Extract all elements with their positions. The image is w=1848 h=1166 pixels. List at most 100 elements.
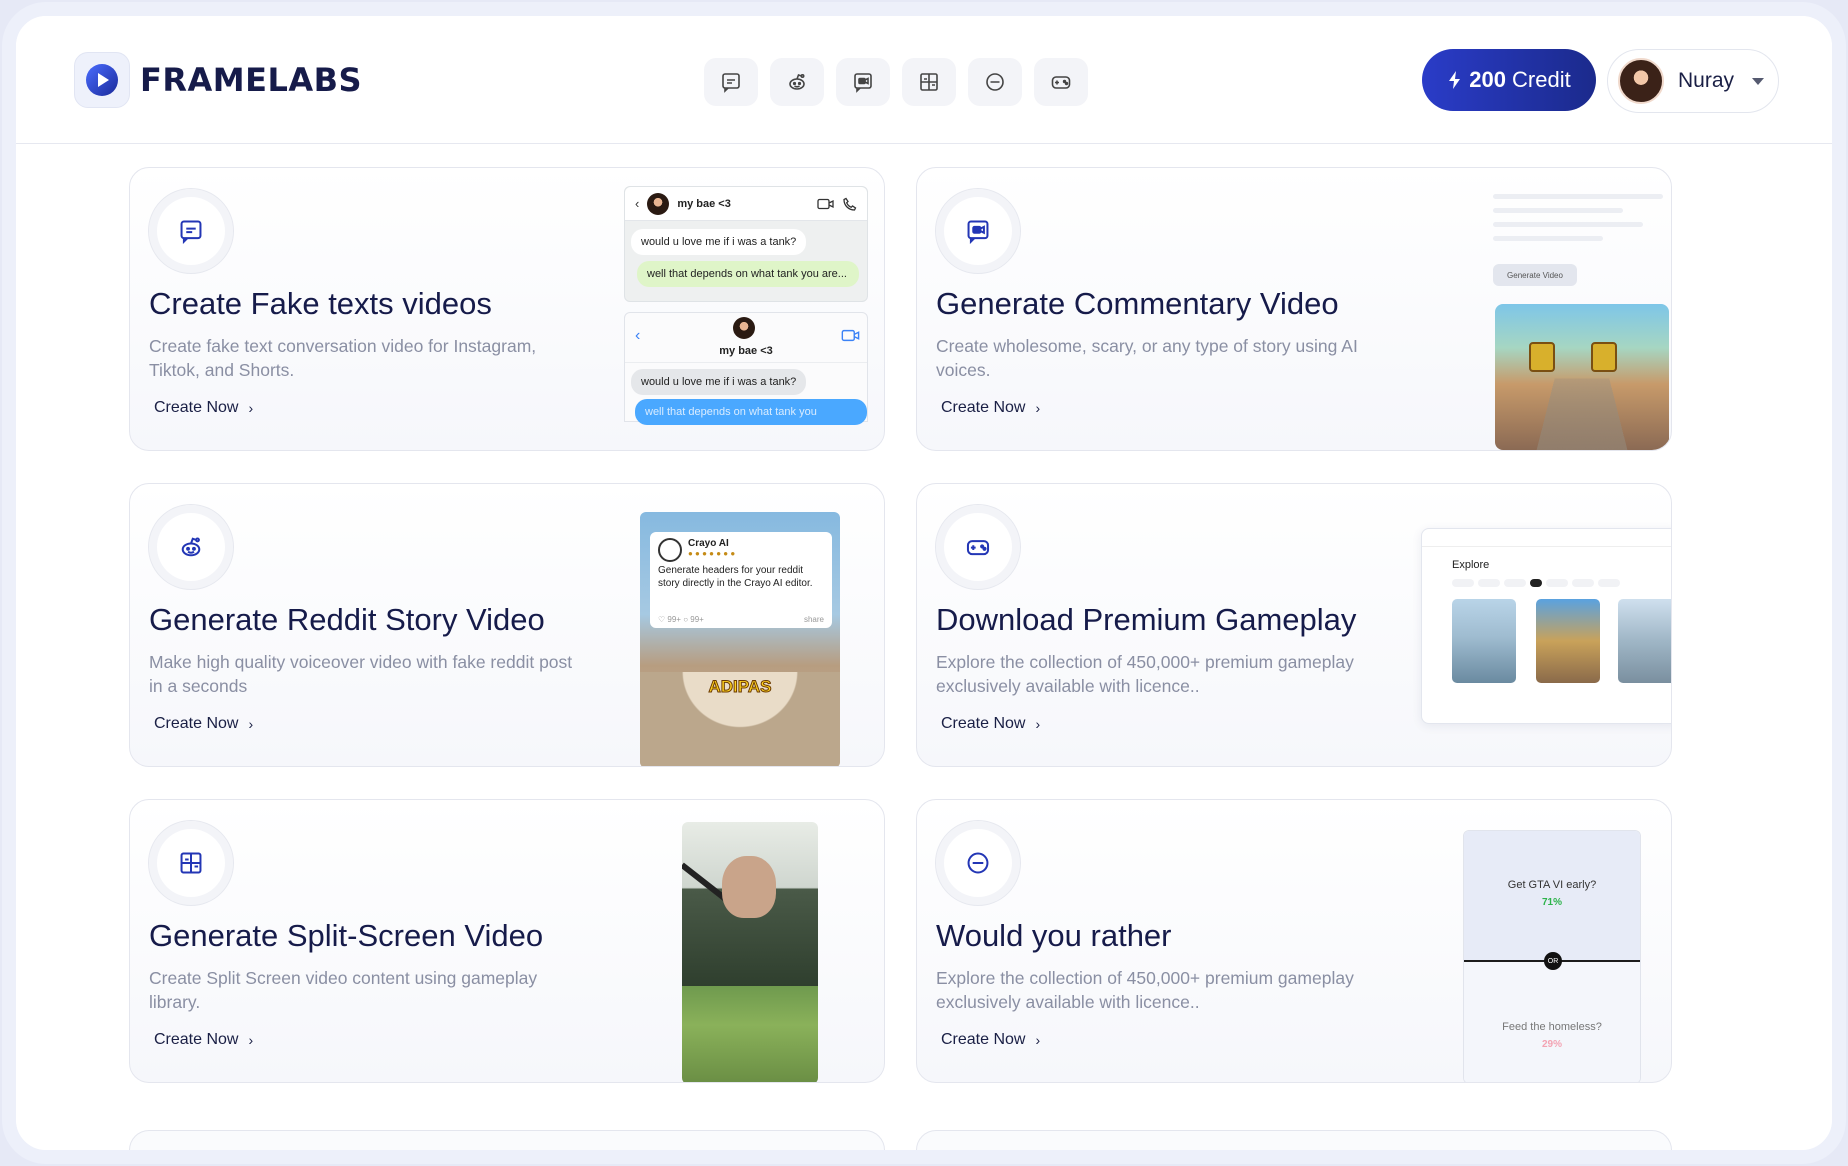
split-layout-icon[interactable] <box>902 58 956 106</box>
back-icon: ‹ <box>635 196 640 211</box>
app-window: FRAMELABS 200 Credit Nuray Create Fake t… <box>2 2 1846 1164</box>
card-reddit-story[interactable]: Generate Reddit Story Video Make high qu… <box>129 483 885 767</box>
likes-value: 99+ <box>667 615 681 624</box>
gameplay-thumbnail <box>1618 599 1671 683</box>
create-now-link[interactable]: Create Now › <box>941 399 1040 417</box>
avatar <box>1618 58 1664 104</box>
chevron-right-icon: › <box>248 1032 254 1048</box>
minus-circle-icon[interactable] <box>968 58 1022 106</box>
create-now-link[interactable]: Create Now › <box>941 715 1040 733</box>
reddit-icon[interactable] <box>770 58 824 106</box>
reddit-preview: Crayo AI ● ● ● ● ● ● ● Generate headers … <box>640 512 840 766</box>
track-shape <box>1533 378 1631 450</box>
user-name: Nuray <box>1678 69 1735 92</box>
text-line <box>1493 194 1663 199</box>
podcast-frame <box>682 822 818 986</box>
option-a-percent: 71% <box>1541 897 1562 908</box>
post-author: Crayo AI <box>688 538 729 549</box>
cta-label: Create Now <box>941 1031 1026 1048</box>
option-a-question: Get GTA VI early? <box>1507 879 1597 891</box>
card-premium-gameplay[interactable]: Download Premium Gameplay Explore the co… <box>916 483 1672 767</box>
create-now-link[interactable]: Create Now › <box>941 1031 1040 1049</box>
share-label: share <box>803 615 824 624</box>
gamepad-icon <box>935 504 1021 590</box>
credit-amount: 200 <box>1469 67 1507 92</box>
brand-logo[interactable]: FRAMELABS <box>74 52 362 108</box>
chevron-right-icon: › <box>248 400 254 416</box>
text-line <box>1493 236 1603 241</box>
card-would-you-rather[interactable]: Would you rather Explore the collection … <box>916 799 1672 1083</box>
contact-avatar <box>733 317 755 339</box>
card-description: Make high quality voiceover video with f… <box>149 652 573 696</box>
video-call-icon <box>841 329 860 342</box>
text-line <box>1493 222 1643 227</box>
create-now-link[interactable]: Create Now › <box>154 1031 253 1049</box>
contact-name: my bae <3 <box>719 345 773 357</box>
card-next-row <box>916 1130 1672 1150</box>
chat-bubble: well that depends on what tank you <box>635 399 867 425</box>
chat-preview-ios: ‹ my bae <3 would u love me if i was a t… <box>624 312 868 425</box>
commentary-preview: Generate Video <box>1477 188 1669 450</box>
contact-name: my bae <3 <box>677 197 731 210</box>
overlay-caption: ADIPAS <box>708 677 772 697</box>
card-split-screen[interactable]: Generate Split-Screen Video Create Split… <box>129 799 885 1083</box>
chat-square-icon[interactable] <box>704 58 758 106</box>
reddit-post-card: Crayo AI ● ● ● ● ● ● ● Generate headers … <box>650 532 832 628</box>
gameplay-frame <box>682 986 818 1082</box>
gameplay-thumbnail <box>1495 304 1669 450</box>
phone-icon <box>843 197 857 211</box>
person-shape <box>722 856 776 918</box>
card-title: Create Fake texts videos <box>149 286 492 321</box>
app-content: FRAMELABS 200 Credit Nuray Create Fake t… <box>16 16 1832 1150</box>
gamepad-icon[interactable] <box>1034 58 1088 106</box>
card-description: Create wholesome, scary, or any type of … <box>936 336 1358 380</box>
contact-avatar <box>647 192 670 215</box>
play-logo-icon <box>74 52 130 108</box>
or-badge: OR <box>1544 952 1562 970</box>
post-footer: ♡ 99+ ○ 99+ share <box>658 615 824 624</box>
post-text: Generate headers for your reddit story d… <box>658 565 813 589</box>
cta-label: Create Now <box>154 399 239 416</box>
card-title: Generate Split-Screen Video <box>149 918 544 953</box>
author-avatar <box>658 538 682 562</box>
card-next-row <box>129 1130 885 1150</box>
option-b-question: Feed the homeless? <box>1502 1021 1602 1033</box>
option-b-percent: 29% <box>1541 1039 1562 1050</box>
video-call-icon <box>817 198 834 209</box>
split-layout-icon <box>148 820 234 906</box>
option-a: Get GTA VI early? 71% <box>1464 831 1640 961</box>
credit-label: Credit <box>1512 67 1571 92</box>
preview-topbar <box>1422 529 1671 547</box>
top-header: FRAMELABS 200 Credit Nuray <box>16 16 1832 144</box>
gameplay-thumbnail <box>1452 599 1516 683</box>
chevron-right-icon: › <box>1035 1032 1041 1048</box>
text-line <box>1493 208 1623 213</box>
chat-header: ‹ my bae <3 <box>625 313 867 363</box>
chat-bubble: well that depends on what tank you are..… <box>637 261 859 287</box>
chat-header: ‹ my bae <3 <box>625 187 867 221</box>
card-fake-texts[interactable]: Create Fake texts videos Create fake tex… <box>129 167 885 451</box>
create-now-link[interactable]: Create Now › <box>154 715 253 733</box>
cta-label: Create Now <box>154 1031 239 1048</box>
create-now-link[interactable]: Create Now › <box>154 399 253 417</box>
video-message-icon[interactable] <box>836 58 890 106</box>
reddit-icon <box>148 504 234 590</box>
feature-nav <box>704 58 1088 106</box>
train-shape <box>1591 342 1617 372</box>
chevron-right-icon: › <box>1035 400 1041 416</box>
cta-label: Create Now <box>154 715 239 732</box>
chevron-right-icon: › <box>248 716 254 732</box>
chevron-down-icon <box>1752 77 1765 85</box>
credit-button[interactable]: 200 Credit <box>1422 49 1596 111</box>
card-title: Download Premium Gameplay <box>936 602 1357 637</box>
gameplay-library-preview: Explore <box>1421 528 1671 724</box>
card-commentary[interactable]: Generate Commentary Video Create wholeso… <box>916 167 1672 451</box>
fake-text-preview: ‹ my bae <3 would u love me if i was a t… <box>624 186 868 450</box>
card-title: Generate Commentary Video <box>936 286 1339 321</box>
user-menu[interactable]: Nuray <box>1607 49 1779 113</box>
lightning-icon <box>1449 71 1461 89</box>
chat-bubble: would u love me if i was a tank? <box>631 229 807 255</box>
chat-bubble: would u love me if i was a tank? <box>631 369 807 395</box>
explore-heading: Explore <box>1452 559 1490 571</box>
award-icons: ● ● ● ● ● ● ● <box>688 549 736 558</box>
